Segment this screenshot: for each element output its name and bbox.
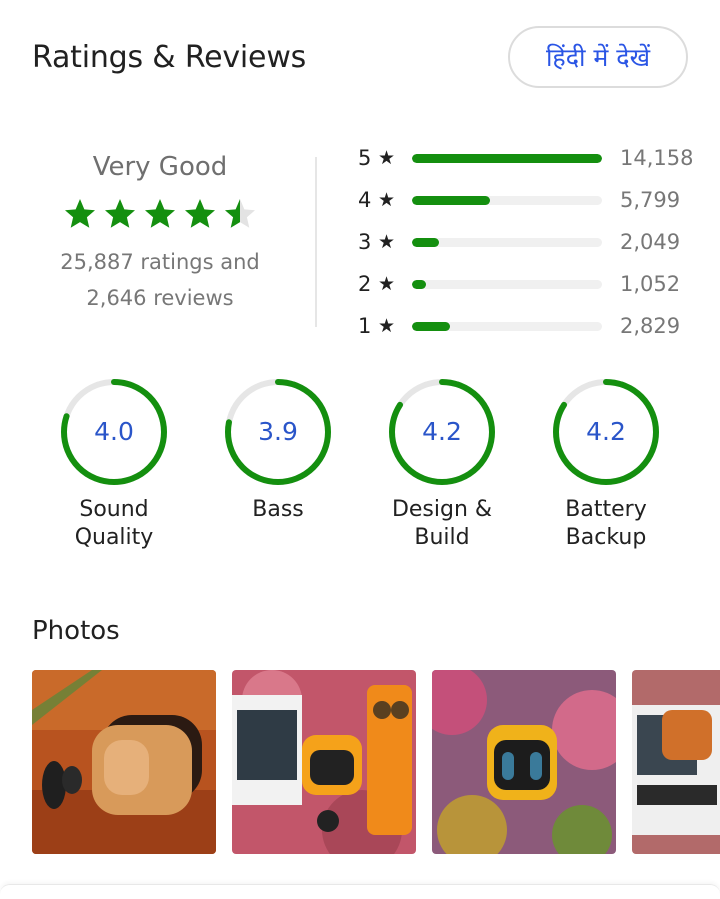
bar-fill [412, 195, 490, 205]
aspect-score: 3.9 [258, 417, 298, 446]
aspect-label: Sound Quality [74, 497, 154, 550]
review-photo[interactable] [232, 670, 416, 854]
aspect-design-build[interactable]: 4.2 Design & Build [360, 376, 524, 552]
next-section-card [0, 884, 720, 899]
distribution-bar [412, 237, 602, 247]
photos-title: Photos [32, 616, 120, 646]
summary-divider [315, 157, 317, 327]
distribution-row[interactable]: 5 ★ 14,158 [358, 140, 698, 176]
distribution-bar [412, 153, 602, 163]
aspect-bass[interactable]: 3.9 Bass [196, 376, 360, 524]
distribution-count: 2,829 [620, 314, 681, 338]
score-ring: 3.9 [222, 376, 334, 488]
view-in-hindi-button[interactable]: हिंदी में देखें [508, 26, 688, 88]
distribution-bar [412, 321, 602, 331]
distribution-bar [412, 279, 602, 289]
photo-carousel[interactable] [32, 670, 720, 854]
distribution-count: 2,049 [620, 230, 681, 254]
distribution-row[interactable]: 2 ★ 1,052 [358, 266, 698, 302]
aspect-score: 4.0 [94, 417, 134, 446]
distribution-count: 5,799 [620, 188, 681, 212]
star-icon [145, 199, 175, 228]
distribution-count: 14,158 [620, 146, 694, 170]
aspect-label: Bass [252, 497, 304, 522]
distribution-row[interactable]: 3 ★ 2,049 [358, 224, 698, 260]
star-icon: ★ [378, 189, 396, 211]
half-star-icon [225, 199, 255, 228]
bar-fill [412, 321, 450, 331]
review-photo[interactable] [432, 670, 616, 854]
rating-summary: Very Good 25,887 ratings and 2,646 revie… [40, 140, 280, 316]
star-level: 5 [358, 146, 372, 170]
review-photo[interactable] [632, 670, 720, 854]
star-icon: ★ [378, 231, 396, 253]
aspect-ratings: 4.0 Sound Quality 3.9 Bass 4.2 Design & … [32, 376, 688, 566]
star-icon: ★ [378, 147, 396, 169]
bar-fill [412, 279, 427, 289]
score-ring: 4.2 [550, 376, 662, 488]
distribution-count: 1,052 [620, 272, 681, 296]
aspect-label: Battery Backup [565, 497, 647, 550]
star-icon [65, 199, 95, 228]
score-ring: 4.2 [386, 376, 498, 488]
aspect-score: 4.2 [422, 417, 462, 446]
aspect-label: Design & Build [391, 497, 493, 550]
ratings-count: 25,887 ratings and [60, 250, 260, 274]
star-level: 3 [358, 230, 372, 254]
star-level: 4 [358, 188, 372, 212]
aspect-battery-backup[interactable]: 4.2 Battery Backup [524, 376, 688, 552]
star-icon [105, 199, 135, 228]
star-icon [185, 199, 215, 228]
distribution-row[interactable]: 1 ★ 2,829 [358, 308, 698, 344]
star-level: 1 [358, 314, 372, 338]
star-icon: ★ [378, 315, 396, 337]
ratings-header: Ratings & Reviews हिंदी में देखें [32, 24, 688, 90]
section-title: Ratings & Reviews [32, 40, 307, 75]
star-icon: ★ [378, 273, 396, 295]
reviews-count: 2,646 reviews [86, 286, 234, 310]
bar-fill [412, 153, 602, 163]
rating-verdict: Very Good [92, 152, 228, 182]
review-photo[interactable] [32, 670, 216, 854]
aspect-score: 4.2 [586, 417, 626, 446]
aspect-sound-quality[interactable]: 4.0 Sound Quality [32, 376, 196, 552]
distribution-row[interactable]: 4 ★ 5,799 [358, 182, 698, 218]
star-level: 2 [358, 272, 372, 296]
score-ring: 4.0 [58, 376, 170, 488]
star-rating [40, 196, 280, 238]
distribution-bar [412, 195, 602, 205]
bar-fill [412, 237, 440, 247]
